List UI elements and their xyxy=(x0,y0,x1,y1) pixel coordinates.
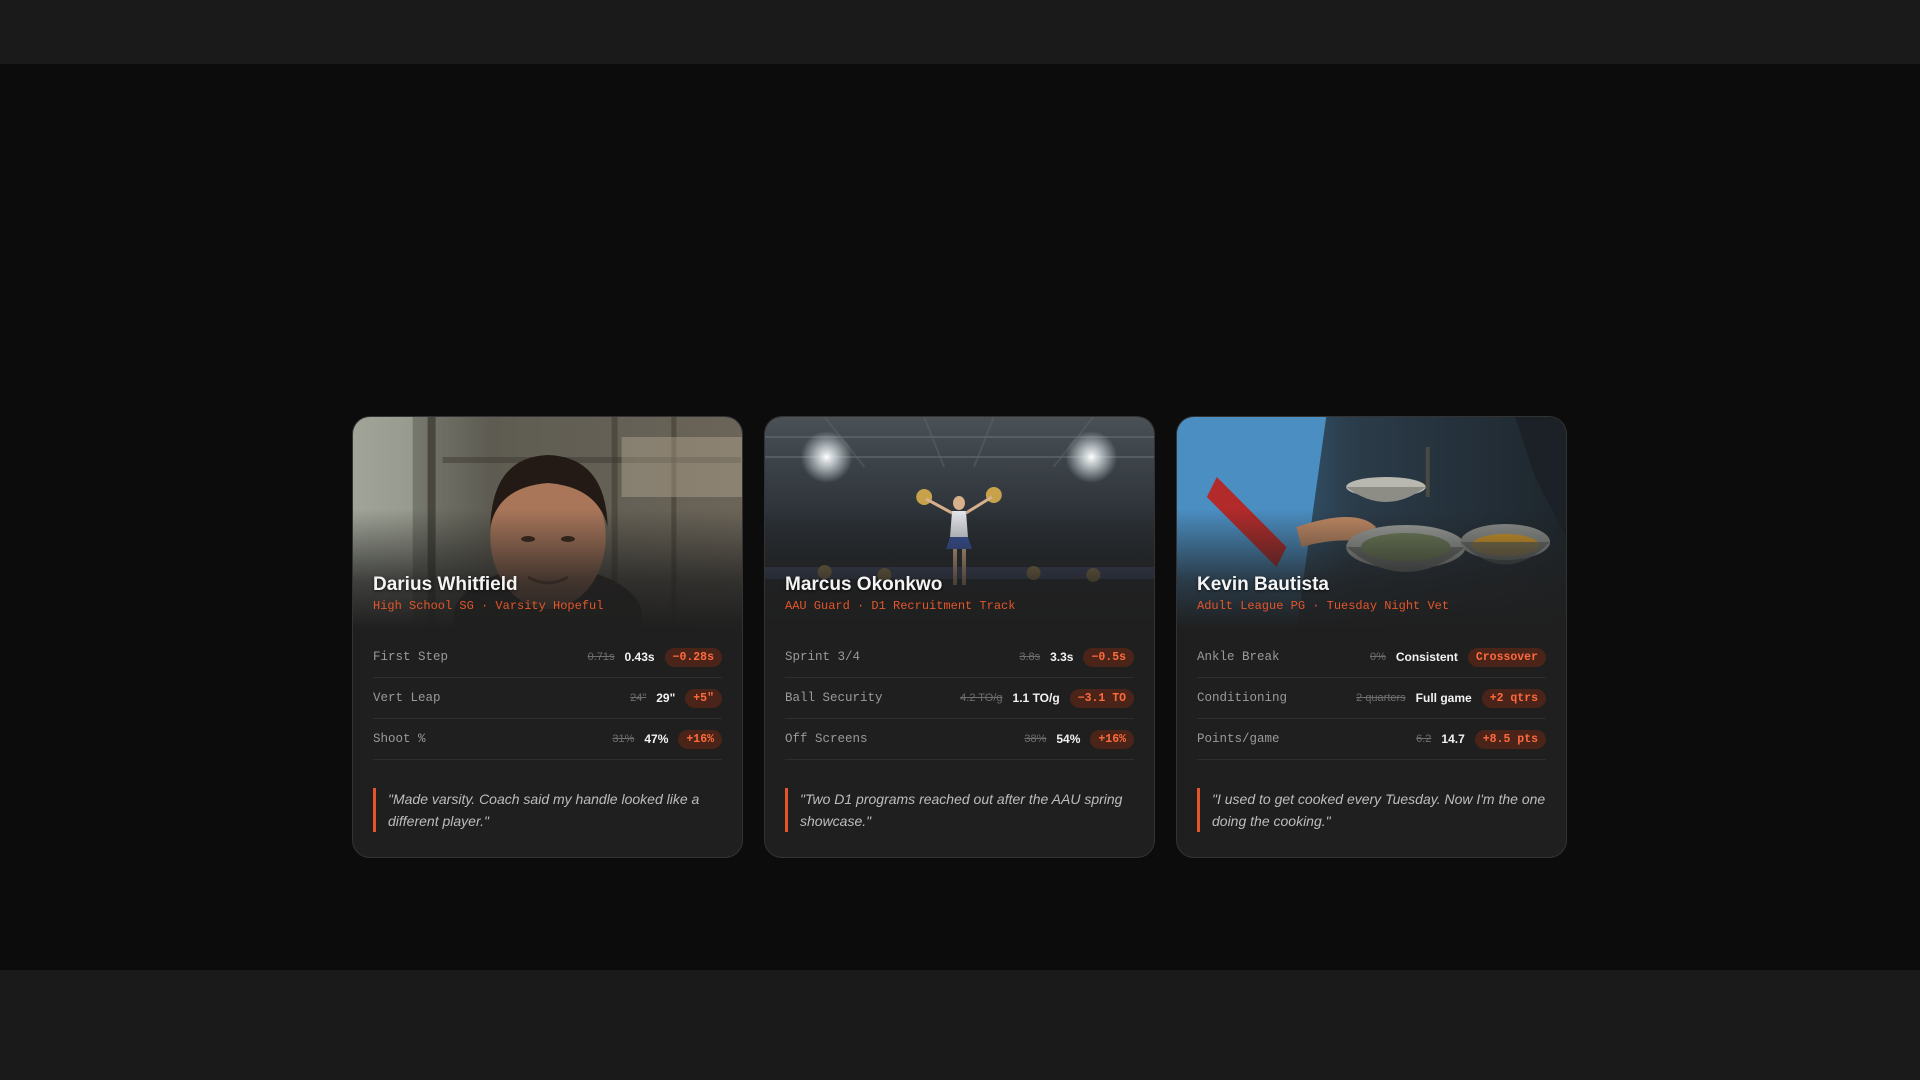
stat-after: 1.1 TO/g xyxy=(1012,691,1060,705)
stat-before: 38% xyxy=(1024,733,1047,745)
stat-label: Conditioning xyxy=(1197,691,1288,705)
person-subtitle: Adult League PG · Tuesday Night Vet xyxy=(1197,599,1450,613)
stat-delta-badge: −0.28s xyxy=(664,647,722,667)
stat-before: 4.2 TO/g xyxy=(960,692,1003,704)
testimonial-card-kevin: Kevin Bautista Adult League PG · Tuesday… xyxy=(1176,416,1567,858)
stat-delta-badge: +2 qtrs xyxy=(1481,688,1546,708)
stat-row: Vert Leap 24" 29" +5" xyxy=(373,678,722,719)
stats-list: Ankle Break 0% Consistent Crossover Cond… xyxy=(1177,629,1566,760)
testimonial-quote: "Two D1 programs reached out after the A… xyxy=(785,788,1134,832)
stat-label: Ball Security xyxy=(785,691,883,705)
stat-row: Ball Security 4.2 TO/g 1.1 TO/g −3.1 TO xyxy=(785,678,1134,719)
stats-list: First Step 0.71s 0.43s −0.28s Vert Leap … xyxy=(353,629,742,760)
person-name: Darius Whitfield xyxy=(373,574,518,595)
stat-row: Ankle Break 0% Consistent Crossover xyxy=(1197,637,1546,678)
stat-label: Off Screens xyxy=(785,732,868,746)
stat-delta-badge: +16% xyxy=(678,729,722,749)
stat-delta-badge: −0.5s xyxy=(1083,647,1134,667)
stat-label: Shoot % xyxy=(373,732,426,746)
stat-before: 31% xyxy=(612,733,635,745)
person-name: Kevin Bautista xyxy=(1197,574,1329,595)
stat-label: Points/game xyxy=(1197,732,1280,746)
stat-delta-badge: Crossover xyxy=(1467,647,1546,667)
stat-after: 29" xyxy=(656,691,676,705)
stat-row: Points/game 6.2 14.7 +8.5 pts xyxy=(1197,719,1546,760)
card-photo: Marcus Okonkwo AAU Guard · D1 Recruitmen… xyxy=(765,417,1154,629)
stat-label: First Step xyxy=(373,650,449,664)
stat-after: Consistent xyxy=(1395,650,1458,664)
testimonial-quote: "I used to get cooked every Tuesday. Now… xyxy=(1197,788,1546,832)
testimonial-quote: "Made varsity. Coach said my handle look… xyxy=(373,788,722,832)
stats-list: Sprint 3/4 3.8s 3.3s −0.5s Ball Security… xyxy=(765,629,1154,760)
stat-after: 3.3s xyxy=(1050,650,1074,664)
stat-delta-badge: +8.5 pts xyxy=(1474,729,1546,749)
stat-row: Conditioning 2 quarters Full game +2 qtr… xyxy=(1197,678,1546,719)
stat-row: Sprint 3/4 3.8s 3.3s −0.5s xyxy=(785,637,1134,678)
stat-before: 0.71s xyxy=(587,651,615,663)
person-subtitle: High School SG · Varsity Hopeful xyxy=(373,599,604,613)
stat-after: 47% xyxy=(644,732,669,746)
card-photo: Darius Whitfield High School SG · Varsit… xyxy=(353,417,742,629)
top-band xyxy=(0,0,1920,64)
stat-label: Vert Leap xyxy=(373,691,441,705)
bottom-band xyxy=(0,970,1920,1080)
stat-after: Full game xyxy=(1415,691,1472,705)
testimonial-card-marcus: Marcus Okonkwo AAU Guard · D1 Recruitmen… xyxy=(764,416,1155,858)
stat-before: 6.2 xyxy=(1416,733,1432,745)
testimonial-cards: Darius Whitfield High School SG · Varsit… xyxy=(352,416,1567,858)
stat-delta-badge: +16% xyxy=(1090,729,1134,749)
stat-before: 24" xyxy=(630,692,647,704)
stat-label: Ankle Break xyxy=(1197,650,1280,664)
stat-before: 2 quarters xyxy=(1356,692,1406,704)
stat-row: First Step 0.71s 0.43s −0.28s xyxy=(373,637,722,678)
person-subtitle: AAU Guard · D1 Recruitment Track xyxy=(785,599,1016,613)
person-name: Marcus Okonkwo xyxy=(785,574,943,595)
stat-before: 3.8s xyxy=(1019,651,1041,663)
stat-label: Sprint 3/4 xyxy=(785,650,861,664)
stat-delta-badge: −3.1 TO xyxy=(1069,688,1134,708)
stat-after: 0.43s xyxy=(624,650,655,664)
stat-after: 14.7 xyxy=(1441,732,1465,746)
card-photo: Kevin Bautista Adult League PG · Tuesday… xyxy=(1177,417,1566,629)
stat-row: Shoot % 31% 47% +16% xyxy=(373,719,722,760)
stat-row: Off Screens 38% 54% +16% xyxy=(785,719,1134,760)
stat-after: 54% xyxy=(1056,732,1081,746)
testimonial-card-darius: Darius Whitfield High School SG · Varsit… xyxy=(352,416,743,858)
stat-before: 0% xyxy=(1369,651,1386,663)
stat-delta-badge: +5" xyxy=(685,688,722,708)
